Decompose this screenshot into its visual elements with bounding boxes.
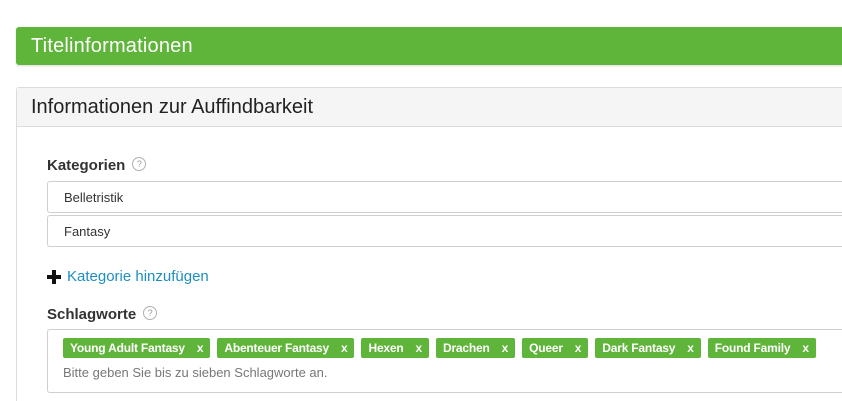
tag-remove-button[interactable]: x (575, 341, 582, 355)
plus-icon (47, 270, 61, 284)
categories-label-text: Kategorien (47, 157, 126, 174)
keywords-label: Schlagworte ? (47, 305, 158, 324)
tag-remove-button[interactable]: x (197, 341, 204, 355)
keyword-tag: Drachen x (436, 338, 516, 358)
keyword-tag: Found Family x (707, 338, 816, 358)
keyword-tag: Young Adult Fantasy x (63, 338, 211, 358)
tag-label: Abenteuer Fantasy (224, 341, 329, 355)
keywords-label-text: Schlagworte (47, 306, 137, 323)
tag-label: Queer (529, 341, 563, 355)
keywords-input[interactable]: Young Adult Fantasy x Abenteuer Fantasy … (47, 329, 842, 393)
header-title: Titelinformationen (31, 35, 193, 57)
keyword-tag: Abenteuer Fantasy x (217, 338, 355, 358)
tag-remove-button[interactable]: x (502, 341, 509, 355)
add-category-link[interactable]: Kategorie hinzufügen (47, 268, 209, 286)
categories-label: Kategorien ? (47, 156, 147, 175)
tag-label: Young Adult Fantasy (70, 341, 185, 355)
tag-remove-button[interactable]: x (341, 341, 348, 355)
page: Titelinformationen Informationen zur Auf… (0, 0, 842, 401)
tag-remove-button[interactable]: x (802, 341, 809, 355)
tag-label: Hexen (368, 341, 404, 355)
keywords-hint: Bitte geben Sie bis zu sieben Schlagwort… (63, 365, 328, 380)
help-icon[interactable]: ? (132, 156, 147, 171)
tag-remove-button[interactable]: x (416, 341, 423, 355)
category-input-2[interactable] (47, 215, 842, 247)
tag-list: Young Adult Fantasy x Abenteuer Fantasy … (63, 338, 816, 358)
tag-remove-button[interactable]: x (687, 341, 694, 355)
panel-header: Informationen zur Auffindbarkeit (17, 88, 842, 127)
tag-label: Drachen (443, 341, 490, 355)
keyword-tag: Queer x (522, 338, 589, 358)
add-category-label: Kategorie hinzufügen (67, 268, 209, 285)
tag-label: Dark Fantasy (602, 341, 676, 355)
category-input-1[interactable] (47, 181, 842, 213)
keyword-tag: Hexen x (361, 338, 429, 358)
findability-panel: Informationen zur Auffindbarkeit Kategor… (16, 87, 842, 401)
title-info-header: Titelinformationen (16, 27, 842, 65)
keyword-tag: Dark Fantasy x (595, 338, 701, 358)
panel-title: Informationen zur Auffindbarkeit (31, 96, 314, 118)
help-icon[interactable]: ? (143, 305, 158, 320)
tag-label: Found Family (714, 341, 791, 355)
